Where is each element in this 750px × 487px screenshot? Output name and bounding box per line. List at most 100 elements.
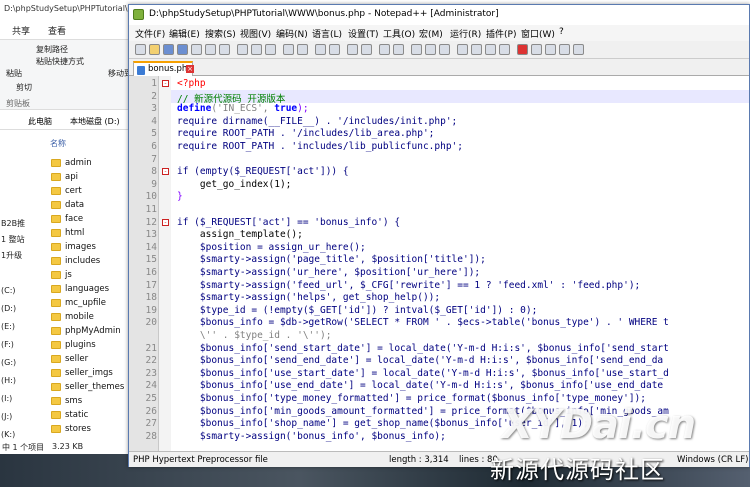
redo-icon[interactable] <box>297 44 308 55</box>
folder-icon <box>51 243 61 251</box>
nav-item[interactable]: (F:) <box>1 340 14 349</box>
save-all-icon[interactable] <box>177 44 188 55</box>
menu-tools[interactable]: 工具(O) <box>383 27 415 40</box>
breadcrumb-drive-d[interactable]: 本地磁盘 (D:) <box>70 116 120 127</box>
copy-path-button[interactable]: 复制路径 <box>36 44 68 55</box>
new-file-icon[interactable] <box>135 44 146 55</box>
list-item[interactable]: face <box>49 212 135 226</box>
address-bar[interactable]: 此电脑 本地磁盘 (D:) <box>0 112 135 130</box>
window-title-bar[interactable]: D:\phpStudySetup\PHPTutorial\WWW\bonus.p… <box>129 5 749 25</box>
list-item[interactable]: cert <box>49 184 135 198</box>
list-item[interactable]: mobile <box>49 310 135 324</box>
nav-item[interactable]: (K:) <box>1 430 15 439</box>
menu-view[interactable]: 视图(V) <box>240 27 271 40</box>
list-item[interactable]: js <box>49 268 135 282</box>
list-item[interactable]: data <box>49 198 135 212</box>
folder-workspace-icon[interactable] <box>499 44 510 55</box>
list-item[interactable]: admin <box>49 156 135 170</box>
code-line: if (empty($_REQUEST['act'])) { <box>177 166 349 178</box>
menu-file[interactable]: 文件(F) <box>135 27 165 40</box>
close-file-icon[interactable] <box>191 44 202 55</box>
list-item[interactable]: sms <box>49 394 135 408</box>
menu-language[interactable]: 语言(L) <box>312 27 342 40</box>
list-item[interactable]: phpMyAdmin <box>49 324 135 338</box>
list-item[interactable]: seller_imgs <box>49 366 135 380</box>
copy-icon[interactable] <box>251 44 262 55</box>
notepad-plus-plus-window: D:\phpStudySetup\PHPTutorial\WWW\bonus.p… <box>128 4 750 467</box>
list-item[interactable]: includes <box>49 254 135 268</box>
nav-item[interactable]: (E:) <box>1 322 15 331</box>
list-item[interactable]: seller_themes <box>49 380 135 394</box>
menu-macro[interactable]: 宏(M) <box>419 27 443 40</box>
undo-icon[interactable] <box>283 44 294 55</box>
tab-view[interactable]: 查看 <box>48 24 66 37</box>
list-item[interactable]: mc_upfile <box>49 296 135 310</box>
fold-marker[interactable]: - <box>162 219 169 226</box>
indent-guide-icon[interactable] <box>439 44 450 55</box>
sync-scroll-v-icon[interactable] <box>379 44 390 55</box>
open-file-icon[interactable] <box>149 44 160 55</box>
paste-shortcut-button[interactable]: 粘贴快捷方式 <box>36 56 84 67</box>
menu-settings[interactable]: 设置(T) <box>348 27 379 40</box>
word-wrap-icon[interactable] <box>411 44 422 55</box>
nav-item[interactable]: (I:) <box>1 394 12 403</box>
breadcrumb-this-pc[interactable]: 此电脑 <box>28 116 52 127</box>
find-icon[interactable] <box>315 44 326 55</box>
paste-icon[interactable] <box>265 44 276 55</box>
nav-item[interactable]: (C:) <box>1 286 16 295</box>
user-language-icon[interactable] <box>457 44 468 55</box>
menu-encoding[interactable]: 编码(N) <box>276 27 308 40</box>
nav-item[interactable]: (H:) <box>1 376 16 385</box>
nav-item[interactable]: B2B推 <box>1 218 25 229</box>
tab-bonus-php[interactable]: bonus.php × <box>133 61 194 76</box>
cut-icon[interactable] <box>237 44 248 55</box>
fold-marker[interactable]: - <box>162 168 169 175</box>
menu-run[interactable]: 运行(R) <box>450 27 481 40</box>
code-line: require dirname(__FILE__) . '/includes/i… <box>177 115 458 127</box>
status-selected: 中 1 个项目 <box>2 443 45 452</box>
list-item[interactable]: stores <box>49 422 135 436</box>
nav-item[interactable]: 1升级 <box>1 250 22 261</box>
save-macro-icon[interactable] <box>573 44 584 55</box>
nav-item[interactable]: (G:) <box>1 358 16 367</box>
menu-window[interactable]: 窗口(W) <box>521 27 555 40</box>
replace-icon[interactable] <box>329 44 340 55</box>
menu-search[interactable]: 搜索(S) <box>205 27 236 40</box>
doc-map-icon[interactable] <box>471 44 482 55</box>
list-item[interactable]: static <box>49 408 135 422</box>
list-item[interactable]: api <box>49 170 135 184</box>
print-icon[interactable] <box>219 44 230 55</box>
explorer-ribbon-tabs: 共享 查看 <box>0 18 135 40</box>
function-list-icon[interactable] <box>485 44 496 55</box>
list-item[interactable]: html <box>49 226 135 240</box>
play-macro-icon[interactable] <box>545 44 556 55</box>
paste-button[interactable]: 粘贴 <box>6 68 22 79</box>
show-all-chars-icon[interactable] <box>425 44 436 55</box>
save-icon[interactable] <box>163 44 174 55</box>
column-header-name[interactable]: 名称 <box>50 138 66 149</box>
list-item[interactable]: seller <box>49 352 135 366</box>
menu-help[interactable]: ? <box>559 27 564 37</box>
zoom-in-icon[interactable] <box>347 44 358 55</box>
zoom-out-icon[interactable] <box>361 44 372 55</box>
menu-edit[interactable]: 编辑(E) <box>169 27 200 40</box>
list-item[interactable]: images <box>49 240 135 254</box>
menu-plugins[interactable]: 插件(P) <box>486 27 516 40</box>
status-length: length : 3,314 <box>389 455 449 465</box>
nav-item[interactable]: (D:) <box>1 304 16 313</box>
record-macro-icon[interactable] <box>517 44 528 55</box>
nav-item[interactable]: (J:) <box>1 412 12 421</box>
run-macro-multiple-icon[interactable] <box>559 44 570 55</box>
close-all-icon[interactable] <box>205 44 216 55</box>
code-editor[interactable]: 1 2 3 4 5 6 7 8 9 10 11 12 13 14 15 16 1… <box>129 76 749 451</box>
sync-scroll-h-icon[interactable] <box>393 44 404 55</box>
close-icon[interactable]: × <box>186 65 194 73</box>
cut-button[interactable]: 剪切 <box>16 82 32 93</box>
tab-share[interactable]: 共享 <box>12 24 30 37</box>
list-item[interactable]: plugins <box>49 338 135 352</box>
list-item[interactable]: languages <box>49 282 135 296</box>
code-line: $bonus_info['send_start_date'] = local_d… <box>177 342 669 354</box>
stop-macro-icon[interactable] <box>531 44 542 55</box>
nav-item[interactable]: 1 整站 <box>1 234 25 245</box>
fold-marker[interactable]: - <box>162 80 169 87</box>
